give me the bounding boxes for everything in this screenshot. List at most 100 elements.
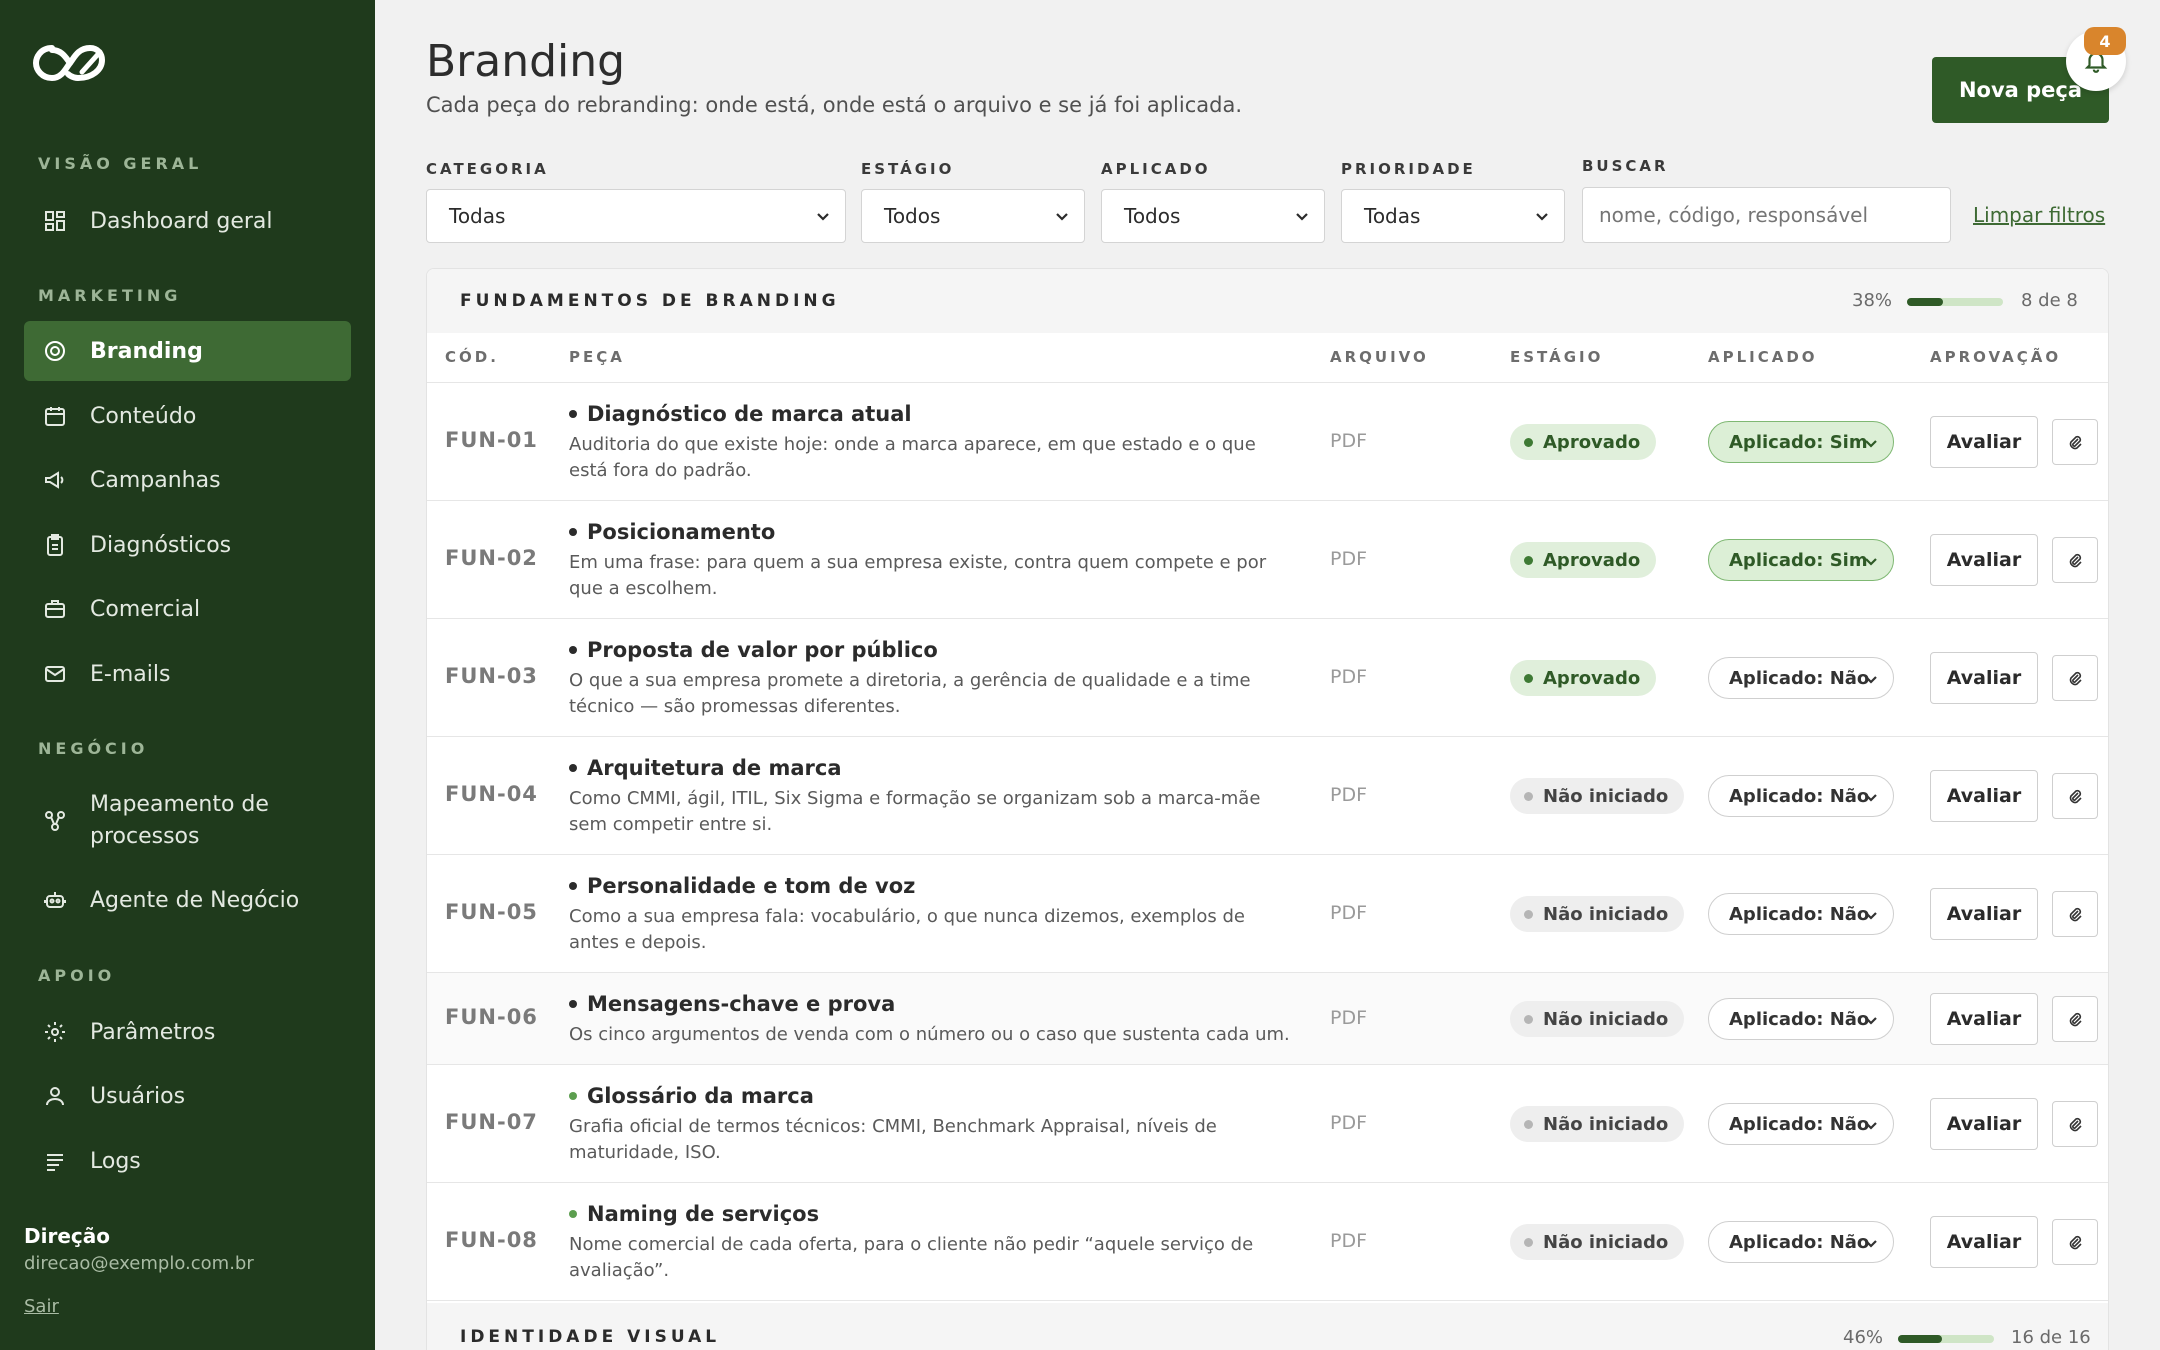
sidebar-item-conteudo[interactable]: Conteúdo: [24, 386, 351, 446]
section-apoio: APOIO: [38, 966, 116, 985]
logout-link[interactable]: Sair: [24, 1296, 59, 1317]
col-applied: APLICADO: [1708, 348, 1818, 366]
sidebar-item-agente[interactable]: Agente de Negócio: [24, 870, 351, 930]
sidebar-item-diagnosticos[interactable]: Diagnósticos: [24, 515, 351, 575]
attach-button[interactable]: [2052, 655, 2098, 701]
evaluate-button[interactable]: Avaliar: [1930, 993, 2038, 1045]
paperclip-icon: [2069, 789, 2082, 804]
group-count: 8 de 8: [2021, 290, 2078, 311]
status-dot: [1524, 437, 1533, 447]
sidebar-item-label: Logs: [90, 1148, 141, 1174]
priority-dot: [569, 882, 577, 890]
chevron-down-icon: [1865, 1017, 1877, 1025]
row-file[interactable]: PDF: [1330, 548, 1367, 570]
status-dot: [1524, 555, 1533, 565]
evaluate-button[interactable]: Avaliar: [1930, 770, 2038, 822]
chevron-down-icon: [1865, 912, 1877, 920]
row-file[interactable]: PDF: [1330, 666, 1367, 688]
row-file[interactable]: PDF: [1330, 902, 1367, 924]
applied-value: Aplicado: Não: [1729, 667, 1870, 689]
sidebar-item-label: Parâmetros: [90, 1019, 216, 1045]
row-description: Grafia oficial de termos técnicos: CMMI,…: [569, 1116, 1217, 1163]
applied-select[interactable]: Aplicado: Não: [1708, 657, 1894, 699]
row-title-text: Diagnóstico de marca atual: [587, 402, 912, 426]
evaluate-button[interactable]: Avaliar: [1930, 1216, 2038, 1268]
row-title[interactable]: Personalidade e tom de voz: [569, 874, 915, 898]
filter-categoria-select[interactable]: Todas: [426, 189, 846, 243]
col-approval: APROVAÇÃO: [1930, 348, 2062, 366]
filter-aplicado-label: APLICADO: [1101, 160, 1211, 178]
sidebar-item-parametros[interactable]: Parâmetros: [24, 1002, 351, 1062]
sidebar-item-dashboard[interactable]: Dashboard geral: [24, 191, 351, 251]
row-code: FUN-04: [445, 782, 538, 806]
table-row: FUN-03 Proposta de valor por público O que…: [427, 619, 2108, 737]
filter-prioridade-label: PRIORIDADE: [1341, 160, 1476, 178]
attach-button[interactable]: [2052, 537, 2098, 583]
evaluate-button[interactable]: Avaliar: [1930, 888, 2038, 940]
row-title-text: Personalidade e tom de voz: [587, 874, 916, 898]
clear-filters-link[interactable]: Limpar filtros: [1973, 203, 2105, 227]
applied-value: Aplicado: Não: [1729, 903, 1870, 925]
attach-button[interactable]: [2052, 1101, 2098, 1147]
row-description: Em uma frase: para quem a sua empresa ex…: [569, 552, 1267, 599]
row-file[interactable]: PDF: [1330, 1230, 1367, 1252]
calendar-icon: [42, 403, 68, 429]
page-title: Branding: [426, 36, 626, 87]
row-description: Auditoria do que existe hoje: onde a mar…: [569, 434, 1256, 481]
attach-button[interactable]: [2052, 891, 2098, 937]
applied-select[interactable]: Aplicado: Sim: [1708, 539, 1894, 581]
sidebar-item-emails[interactable]: E-mails: [24, 644, 351, 704]
evaluate-button[interactable]: Avaliar: [1930, 534, 2038, 586]
attach-button[interactable]: [2052, 773, 2098, 819]
row-title[interactable]: Posicionamento: [569, 520, 775, 544]
sidebar-item-label: Usuários: [90, 1083, 186, 1109]
briefcase-icon: [42, 596, 68, 622]
row-file[interactable]: PDF: [1330, 784, 1367, 806]
priority-dot: [569, 646, 577, 654]
applied-select[interactable]: Aplicado: Não: [1708, 893, 1894, 935]
search-input[interactable]: [1582, 187, 1951, 243]
row-title[interactable]: Naming de serviços: [569, 1202, 819, 1226]
paperclip-icon: [2069, 1235, 2082, 1250]
row-title-text: Arquitetura de marca: [587, 756, 842, 780]
chevron-down-icon: [1536, 213, 1548, 221]
sidebar-item-mapeamento[interactable]: Mapeamento de processos: [24, 781, 351, 861]
sidebar-item-branding[interactable]: Branding: [24, 321, 351, 381]
attach-button[interactable]: [2052, 1219, 2098, 1265]
sidebar-item-usuarios[interactable]: Usuários: [24, 1066, 351, 1126]
sidebar-item-comercial[interactable]: Comercial: [24, 579, 351, 639]
row-file[interactable]: PDF: [1330, 1112, 1367, 1134]
evaluate-button[interactable]: Avaliar: [1930, 1098, 2038, 1150]
filter-prioridade-select[interactable]: Todas: [1341, 189, 1565, 243]
evaluate-button[interactable]: Avaliar: [1930, 652, 2038, 704]
mail-icon: [42, 661, 68, 687]
applied-select[interactable]: Aplicado: Não: [1708, 998, 1894, 1040]
evaluate-button[interactable]: Avaliar: [1930, 416, 2038, 468]
row-title[interactable]: Arquitetura de marca: [569, 756, 842, 780]
user-name: Direção: [24, 1224, 110, 1248]
row-title[interactable]: Proposta de valor por público: [569, 638, 938, 662]
attach-button[interactable]: [2052, 419, 2098, 465]
paperclip-icon: [2069, 907, 2082, 922]
status-text: Não iniciado: [1543, 1008, 1669, 1030]
row-file[interactable]: PDF: [1330, 1007, 1367, 1029]
row-title[interactable]: Mensagens-chave e prova: [569, 992, 895, 1016]
applied-select[interactable]: Aplicado: Não: [1708, 775, 1894, 817]
sidebar-item-campanhas[interactable]: Campanhas: [24, 450, 351, 510]
applied-select[interactable]: Aplicado: Não: [1708, 1103, 1894, 1145]
row-file[interactable]: PDF: [1330, 430, 1367, 452]
applied-select[interactable]: Aplicado: Não: [1708, 1221, 1894, 1263]
section-negocio: NEGÓCIO: [38, 739, 149, 758]
priority-dot: [569, 1000, 577, 1008]
sidebar-item-logs[interactable]: Logs: [24, 1131, 351, 1191]
applied-select[interactable]: Aplicado: Sim: [1708, 421, 1894, 463]
row-title[interactable]: Diagnóstico de marca atual: [569, 402, 912, 426]
filter-estagio-select[interactable]: Todos: [861, 189, 1085, 243]
row-title[interactable]: Glossário da marca: [569, 1084, 814, 1108]
attach-button[interactable]: [2052, 996, 2098, 1042]
row-title-text: Proposta de valor por público: [587, 638, 938, 662]
status-dot: [1524, 1014, 1533, 1024]
filter-categoria-label: CATEGORIA: [426, 160, 549, 178]
filter-aplicado-select[interactable]: Todos: [1101, 189, 1325, 243]
chevron-down-icon: [817, 213, 829, 221]
